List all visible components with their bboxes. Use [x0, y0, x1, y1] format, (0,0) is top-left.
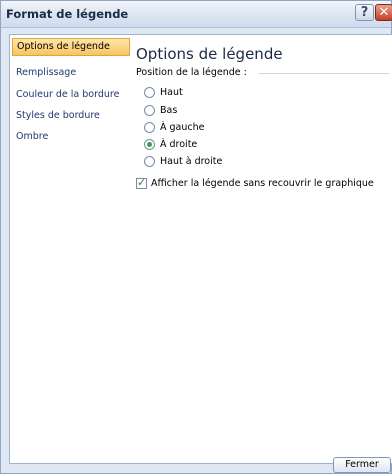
help-icon[interactable]: ? — [355, 4, 374, 21]
nav-item-fill[interactable]: Remplissage — [12, 64, 130, 82]
radio-button[interactable] — [144, 156, 155, 167]
radio-label: Bas — [160, 105, 178, 116]
dialog-title: Format de légende — [6, 7, 129, 21]
position-label: Position de la légende : — [136, 67, 247, 78]
radio-label: Haut — [160, 87, 183, 98]
radio-label: À gauche — [160, 122, 205, 133]
format-legend-dialog: Format de légende ? ✕ Options de légende… — [0, 0, 392, 474]
radio-label: À droite — [160, 139, 198, 150]
section-separator — [259, 73, 389, 74]
radio-label: Haut à droite — [160, 156, 223, 167]
close-button[interactable]: Fermer — [333, 457, 391, 473]
radio-button[interactable] — [144, 105, 155, 116]
close-icon[interactable]: ✕ — [375, 4, 392, 21]
checkbox-label: Afficher la légende sans recouvrir le gr… — [151, 178, 374, 189]
checkbox[interactable] — [136, 176, 147, 189]
nav-item-border-color[interactable]: Couleur de la bordure — [12, 86, 130, 104]
nav-item-border-styles[interactable]: Styles de bordure — [12, 107, 130, 125]
nav-item-shadow[interactable]: Ombre — [12, 128, 130, 146]
options-pane — [131, 34, 392, 464]
radio-button[interactable] — [144, 122, 155, 133]
section-title: Options de légende — [136, 45, 283, 63]
nav-item-legend-options[interactable]: Options de légende — [12, 38, 130, 56]
radio-button-selected[interactable] — [144, 139, 155, 150]
category-list: Options de légende Remplissage Couleur d… — [9, 34, 133, 464]
title-bar[interactable]: Format de légende ? ✕ — [1, 1, 392, 28]
radio-button[interactable] — [144, 87, 155, 98]
